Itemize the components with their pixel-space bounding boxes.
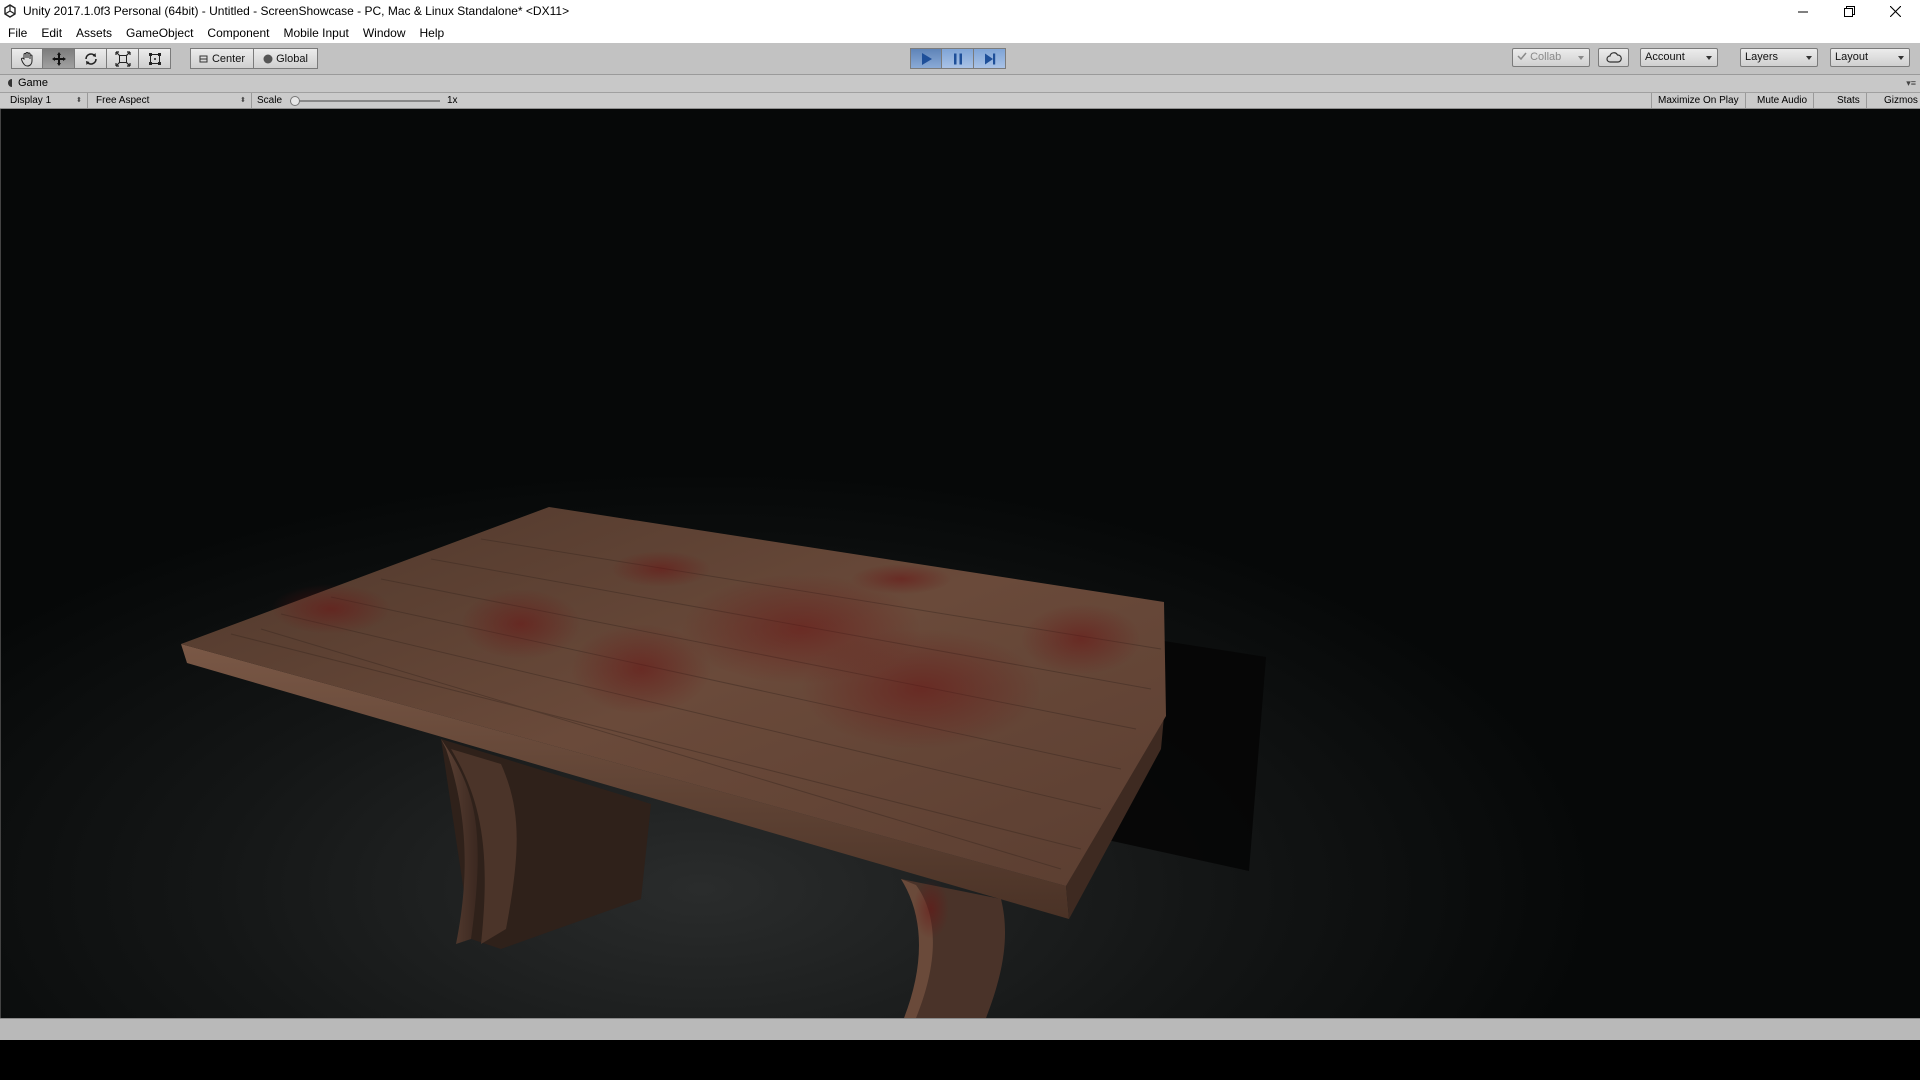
pivot-label: Center — [211, 52, 246, 65]
play-icon — [922, 52, 932, 65]
restore-icon — [1843, 6, 1855, 17]
cloud-icon — [1606, 52, 1622, 63]
rect-tool-button[interactable] — [139, 48, 171, 69]
slider-thumb[interactable] — [290, 96, 300, 106]
hand-tool-button[interactable] — [11, 48, 43, 69]
game-icon — [8, 79, 12, 87]
rotate-icon — [84, 52, 97, 65]
updown-arrow-icon: ⬍ — [76, 97, 82, 104]
transform-tools — [11, 48, 171, 69]
mute-label: Mute Audio — [1757, 95, 1808, 106]
scale-tool-button[interactable] — [107, 48, 139, 69]
menu-edit[interactable]: Edit — [34, 23, 69, 43]
menu-gameobject[interactable]: GameObject — [119, 23, 200, 43]
restore-button[interactable] — [1826, 0, 1872, 23]
gizmos-dropdown[interactable]: Gizmos ▾ — [1854, 93, 1920, 108]
updown-arrow-icon: ⬍ — [240, 97, 246, 104]
game-panel-header: Game ▾≡ — [0, 75, 1920, 93]
collab-label: Collab — [1530, 51, 1562, 63]
game-view-toolbar: Display 1 ⬍ Free Aspect ⬍ Scale 1x Maxim… — [0, 93, 1920, 109]
status-bar — [0, 1018, 1920, 1040]
move-tool-button[interactable] — [43, 48, 75, 69]
menu-bar: File Edit Assets GameObject Component Mo… — [0, 23, 1920, 43]
globe-icon — [263, 54, 273, 63]
unity-logo-icon — [4, 4, 16, 18]
menu-file[interactable]: File — [0, 23, 34, 43]
menu-window[interactable]: Window — [356, 23, 413, 43]
close-icon — [1889, 6, 1901, 17]
mute-audio-toggle[interactable]: Mute Audio — [1751, 93, 1815, 108]
gizmos-label: Gizmos — [1884, 95, 1918, 106]
menu-mobile-input[interactable]: Mobile Input — [276, 23, 355, 43]
rect-icon — [148, 52, 161, 65]
main-toolbar: Center Global Collab Account Layers Layo… — [0, 43, 1920, 75]
title-bar: Unity 2017.1.0f3 Personal (64bit) - Unti… — [0, 0, 1920, 23]
scale-value: 1x — [447, 95, 458, 106]
cloud-button[interactable] — [1598, 48, 1629, 67]
layout-dropdown[interactable]: Layout — [1830, 48, 1910, 67]
minimize-button[interactable] — [1780, 0, 1826, 23]
game-viewport[interactable] — [0, 109, 1920, 1018]
chevron-down-icon — [1898, 56, 1904, 60]
display-dropdown[interactable]: Display 1 ⬍ — [0, 93, 88, 108]
panel-menu-icon[interactable]: ▾≡ — [1906, 78, 1916, 89]
maximize-label: Maximize On Play — [1658, 95, 1739, 106]
check-icon — [1517, 52, 1527, 61]
rotate-tool-button[interactable] — [75, 48, 107, 69]
step-icon — [984, 53, 995, 64]
pivot-toggles: Center Global — [190, 48, 318, 69]
collab-dropdown[interactable]: Collab — [1512, 48, 1590, 67]
pause-button[interactable] — [942, 48, 974, 69]
minimize-icon — [1798, 11, 1808, 12]
account-dropdown[interactable]: Account — [1640, 48, 1718, 67]
account-label: Account — [1645, 51, 1685, 63]
layers-label: Layers — [1745, 51, 1779, 63]
pivot-icon — [199, 55, 208, 62]
chevron-down-icon — [1706, 56, 1712, 60]
play-controls — [910, 48, 1006, 69]
move-icon — [51, 51, 66, 66]
play-button[interactable] — [910, 48, 942, 69]
window-title: Unity 2017.1.0f3 Personal (64bit) - Unti… — [23, 4, 570, 18]
menu-assets[interactable]: Assets — [69, 23, 119, 43]
scale-slider[interactable] — [290, 93, 442, 108]
close-button[interactable] — [1872, 0, 1918, 23]
scale-label: Scale — [257, 95, 283, 106]
pivot-center-toggle[interactable]: Center — [190, 48, 254, 69]
menu-help[interactable]: Help — [413, 23, 452, 43]
step-button[interactable] — [974, 48, 1006, 69]
menu-component[interactable]: Component — [200, 23, 276, 43]
display-label: Display 1 — [10, 95, 52, 106]
tab-game[interactable]: Game — [6, 77, 48, 89]
scene-render — [181, 507, 1266, 1018]
space-label: Global — [276, 52, 308, 65]
slider-track — [290, 100, 440, 102]
maximize-on-play-toggle[interactable]: Maximize On Play — [1651, 93, 1746, 108]
aspect-label: Free Aspect — [96, 95, 150, 106]
scale-icon — [114, 50, 131, 67]
layout-label: Layout — [1835, 51, 1869, 63]
aspect-dropdown[interactable]: Free Aspect ⬍ — [88, 93, 252, 108]
pivot-global-toggle[interactable]: Global — [254, 48, 318, 69]
tab-game-label: Game — [18, 77, 48, 89]
taskbar-area — [0, 1040, 1920, 1080]
layers-dropdown[interactable]: Layers — [1740, 48, 1818, 67]
hand-icon — [20, 51, 33, 67]
pause-icon — [953, 53, 962, 64]
chevron-down-icon — [1806, 56, 1812, 60]
